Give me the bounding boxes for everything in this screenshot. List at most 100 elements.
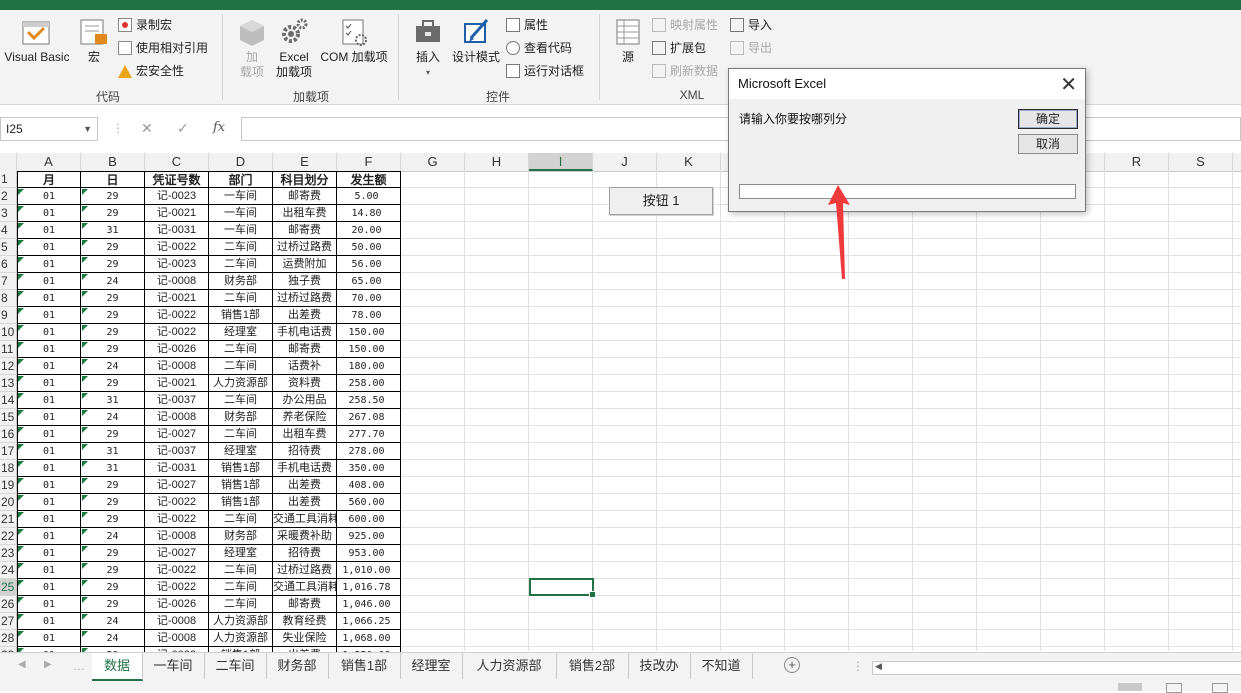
table-cell[interactable]: 56.00: [337, 256, 401, 273]
column-header-g[interactable]: G: [401, 153, 465, 171]
table-cell[interactable]: 销售1部: [209, 477, 273, 494]
macros-button[interactable]: 宏: [76, 16, 112, 65]
table-cell[interactable]: 29: [81, 290, 145, 307]
column-header-b[interactable]: B: [81, 153, 145, 171]
table-cell[interactable]: 24: [81, 528, 145, 545]
column-header-i[interactable]: I: [529, 153, 593, 171]
table-cell[interactable]: 二车间: [209, 358, 273, 375]
insert-control-button[interactable]: 插入 ▾: [408, 16, 448, 80]
row-header-18[interactable]: 18: [0, 460, 17, 477]
table-cell[interactable]: 150.00: [337, 341, 401, 358]
add-sheet-icon[interactable]: +: [784, 657, 800, 673]
table-cell[interactable]: 记-0031: [145, 460, 209, 477]
table-cell[interactable]: 出差费: [273, 307, 337, 324]
dialog-input-field[interactable]: [739, 184, 1076, 199]
table-cell[interactable]: 邮寄费: [273, 188, 337, 205]
cancel-button[interactable]: 取消: [1018, 134, 1078, 154]
ok-button[interactable]: 确定: [1018, 109, 1078, 129]
table-cell[interactable]: 一车间: [209, 222, 273, 239]
sheet-tab-5[interactable]: 销售1部: [328, 653, 401, 679]
table-cell[interactable]: 经理室: [209, 324, 273, 341]
table-cell[interactable]: 招待费: [273, 443, 337, 460]
table-cell[interactable]: 销售1部: [209, 494, 273, 511]
row-header-27[interactable]: 27: [0, 613, 17, 630]
table-cell[interactable]: 邮寄费: [273, 222, 337, 239]
table-cell[interactable]: 31: [81, 392, 145, 409]
table-cell[interactable]: 二车间: [209, 426, 273, 443]
form-button-1[interactable]: 按钮 1: [609, 187, 713, 215]
row-header-17[interactable]: 17: [0, 443, 17, 460]
row-header-1[interactable]: 1: [0, 171, 17, 188]
row-header-11[interactable]: 11: [0, 341, 17, 358]
table-cell[interactable]: 二车间: [209, 341, 273, 358]
row-header-25[interactable]: 25: [0, 579, 17, 596]
table-cell[interactable]: 150.00: [337, 324, 401, 341]
table-cell[interactable]: 258.00: [337, 375, 401, 392]
table-cell[interactable]: 交通工具消耗: [273, 511, 337, 528]
table-cell[interactable]: 资料费: [273, 375, 337, 392]
scroll-left-icon[interactable]: ◀: [18, 659, 26, 670]
table-cell[interactable]: 记-0027: [145, 477, 209, 494]
table-cell[interactable]: 二车间: [209, 562, 273, 579]
table-cell[interactable]: 手机电话费: [273, 324, 337, 341]
table-cell[interactable]: 01: [17, 256, 81, 273]
row-header-4[interactable]: 4: [0, 222, 17, 239]
table-cell[interactable]: 560.00: [337, 494, 401, 511]
table-cell[interactable]: 记-0021: [145, 375, 209, 392]
table-cell[interactable]: 记-0023: [145, 188, 209, 205]
row-header-8[interactable]: 8: [0, 290, 17, 307]
column-header-e[interactable]: E: [273, 153, 337, 171]
table-cell[interactable]: 01: [17, 494, 81, 511]
table-cell[interactable]: 29: [81, 426, 145, 443]
horizontal-scrollbar[interactable]: ◀: [872, 661, 1241, 675]
table-cell[interactable]: 人力资源部: [209, 375, 273, 392]
table-cell[interactable]: 记-0008: [145, 613, 209, 630]
table-cell[interactable]: 记-0022: [145, 239, 209, 256]
table-cell[interactable]: 5.00: [337, 188, 401, 205]
table-cell[interactable]: 01: [17, 205, 81, 222]
row-header-13[interactable]: 13: [0, 375, 17, 392]
insert-function-icon[interactable]: fx: [213, 120, 225, 135]
table-cell[interactable]: 01: [17, 273, 81, 290]
com-addins-button[interactable]: COM 加载项: [317, 16, 391, 65]
table-cell[interactable]: 出差费: [273, 494, 337, 511]
table-cell[interactable]: 记-0022: [145, 307, 209, 324]
normal-view-icon[interactable]: [1118, 683, 1142, 691]
table-cell[interactable]: 29: [81, 205, 145, 222]
run-dialog-button[interactable]: 运行对话框: [506, 62, 584, 80]
table-cell[interactable]: 29: [81, 307, 145, 324]
table-cell[interactable]: 二车间: [209, 239, 273, 256]
map-properties-button[interactable]: 映射属性: [652, 16, 718, 34]
table-cell[interactable]: 记-0026: [145, 341, 209, 358]
enter-icon[interactable]: ✓: [177, 120, 189, 137]
close-icon[interactable]: ✕: [1060, 72, 1077, 97]
table-cell[interactable]: 29: [81, 562, 145, 579]
table-cell[interactable]: 01: [17, 188, 81, 205]
properties-button[interactable]: 属性: [506, 16, 548, 34]
table-cell[interactable]: 经理室: [209, 545, 273, 562]
table-cell[interactable]: 运费附加: [273, 256, 337, 273]
table-cell[interactable]: 408.00: [337, 477, 401, 494]
fill-handle[interactable]: [589, 591, 596, 598]
table-cell[interactable]: 教育经费: [273, 613, 337, 630]
name-box[interactable]: I25 ▼: [0, 117, 98, 141]
refresh-data-button[interactable]: 刷新数据: [652, 62, 718, 80]
table-cell[interactable]: 258.50: [337, 392, 401, 409]
table-cell[interactable]: 记-0008: [145, 630, 209, 647]
row-header-12[interactable]: 12: [0, 358, 17, 375]
formula-bar-splitter-icon[interactable]: ⋮: [112, 121, 124, 135]
table-cell[interactable]: 01: [17, 392, 81, 409]
table-cell[interactable]: 01: [17, 307, 81, 324]
table-cell[interactable]: 29: [81, 239, 145, 256]
table-cell[interactable]: 记-0008: [145, 528, 209, 545]
table-cell[interactable]: 人力资源部: [209, 630, 273, 647]
table-cell[interactable]: 01: [17, 409, 81, 426]
table-cell[interactable]: 01: [17, 426, 81, 443]
table-cell[interactable]: 记-0031: [145, 222, 209, 239]
table-cell[interactable]: 29: [81, 324, 145, 341]
table-cell[interactable]: 出差费: [273, 477, 337, 494]
column-header-f[interactable]: F: [337, 153, 401, 171]
table-cell[interactable]: 01: [17, 579, 81, 596]
table-cell[interactable]: 失业保险: [273, 630, 337, 647]
table-cell[interactable]: 财务部: [209, 528, 273, 545]
